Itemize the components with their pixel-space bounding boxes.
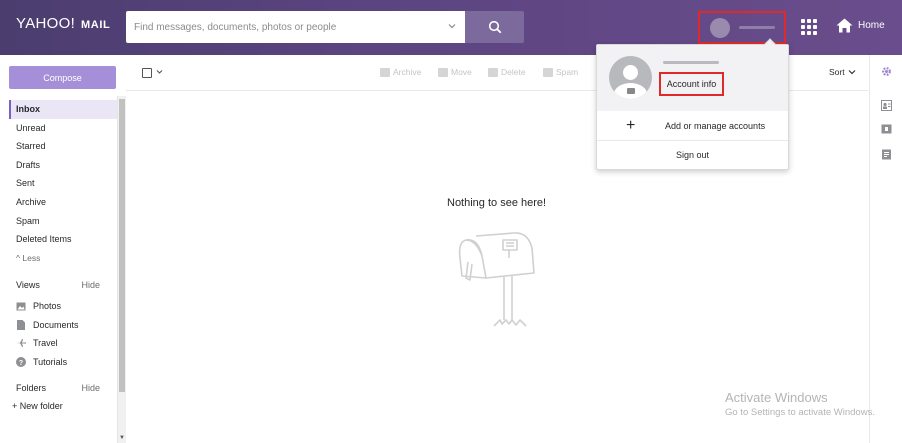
sidebar-scrollbar[interactable]: ▼ <box>117 96 126 443</box>
folders-hide-link[interactable]: Hide <box>81 383 100 393</box>
sidebar-item-unread[interactable]: Unread <box>9 119 117 138</box>
account-dropdown-menu: Account info + Add or manage accounts Si… <box>596 38 789 170</box>
activate-windows-title: Activate Windows <box>725 390 828 405</box>
views-hide-link[interactable]: Hide <box>81 280 100 290</box>
home-icon <box>836 18 853 33</box>
folder-nav: Inbox Unread Starred Drafts Sent Archive… <box>9 100 117 267</box>
yahoo-mail-logo[interactable]: YAHOO! MAIL <box>16 15 110 32</box>
home-label: Home <box>858 20 885 31</box>
notepad-icon[interactable] <box>881 149 892 160</box>
sidebar-item-archive[interactable]: Archive <box>9 193 117 212</box>
svg-text:?: ? <box>19 360 23 367</box>
empty-inbox-message: Nothing to see here! <box>447 197 547 209</box>
folders-header: Folders Hide <box>16 383 100 393</box>
home-link[interactable]: Home <box>836 18 885 33</box>
add-manage-accounts-item[interactable]: + Add or manage accounts <box>597 111 788 141</box>
help-icon: ? <box>16 357 26 368</box>
camera-icon <box>627 88 635 94</box>
view-label: Documents <box>33 319 79 330</box>
view-label: Travel <box>33 338 58 349</box>
spam-button[interactable]: Spam <box>543 67 578 77</box>
scrollbar-thumb[interactable] <box>119 99 125 392</box>
activate-windows-subtitle: Go to Settings to activate Windows. <box>725 407 875 418</box>
view-item-documents[interactable]: Documents <box>16 316 116 335</box>
sort-label: Sort <box>829 67 845 77</box>
search-button[interactable] <box>465 11 524 43</box>
views-label: Views <box>16 280 40 290</box>
sign-out-button[interactable]: Sign out <box>597 141 788 169</box>
calendar-icon[interactable] <box>881 123 892 134</box>
contacts-icon[interactable] <box>881 100 892 111</box>
trash-icon <box>488 67 498 77</box>
shield-icon <box>543 67 553 77</box>
view-label: Photos <box>33 301 62 312</box>
right-rail <box>869 55 902 443</box>
delete-label: Delete <box>501 67 526 77</box>
apps-grid-icon[interactable] <box>801 19 817 35</box>
sidebar-item-drafts[interactable]: Drafts <box>9 156 117 175</box>
logo-mail: MAIL <box>81 19 111 31</box>
move-icon <box>438 67 448 77</box>
select-options-chevron-icon[interactable] <box>156 69 163 75</box>
search-box <box>126 11 465 43</box>
account-summary: Account info <box>597 45 788 111</box>
sort-button[interactable]: Sort <box>829 67 856 77</box>
new-folder-button[interactable]: + New folder <box>12 401 63 411</box>
views-list: Photos Documents Travel ? Tutorials <box>16 297 116 371</box>
compose-button[interactable]: Compose <box>9 66 116 89</box>
account-name-redacted <box>663 61 719 64</box>
plus-icon: + <box>626 117 636 134</box>
sidebar-item-inbox[interactable]: Inbox <box>9 100 117 119</box>
scroll-down-arrow-icon[interactable]: ▼ <box>119 435 125 441</box>
mailbox-illustration <box>458 232 535 327</box>
views-header: Views Hide <box>16 280 100 290</box>
search-options-chevron-icon[interactable] <box>448 22 456 30</box>
archive-button[interactable]: Archive <box>380 67 421 77</box>
sidebar-item-spam[interactable]: Spam <box>9 212 117 231</box>
plus-icon: + <box>12 401 20 411</box>
less-toggle[interactable]: ^ Less <box>9 249 117 267</box>
view-item-photos[interactable]: Photos <box>16 297 116 316</box>
account-menu-button[interactable] <box>698 11 786 44</box>
less-label: Less <box>22 252 41 263</box>
spam-label: Spam <box>556 67 579 77</box>
move-button[interactable]: Move <box>438 67 472 77</box>
view-item-travel[interactable]: Travel <box>16 334 116 353</box>
new-folder-label: New folder <box>19 401 63 411</box>
select-all-checkbox[interactable] <box>142 68 152 78</box>
avatar <box>710 17 730 38</box>
settings-gear-icon[interactable] <box>881 66 892 77</box>
sidebar-item-deleted-items[interactable]: Deleted Items <box>9 230 117 249</box>
archive-label: Archive <box>393 67 422 77</box>
archive-icon <box>380 67 390 77</box>
plane-icon <box>16 338 26 348</box>
view-label: Tutorials <box>33 357 68 368</box>
profile-avatar[interactable] <box>609 56 652 99</box>
account-name-redacted <box>739 26 775 29</box>
view-item-tutorials[interactable]: ? Tutorials <box>16 353 116 372</box>
sidebar-item-starred[interactable]: Starred <box>9 137 117 156</box>
sidebar-item-sent[interactable]: Sent <box>9 174 117 193</box>
delete-button[interactable]: Delete <box>488 67 526 77</box>
document-icon <box>16 319 26 330</box>
sort-chevron-icon <box>848 70 856 75</box>
logo-text: YAHOO! <box>16 15 76 32</box>
add-manage-accounts-label: Add or manage accounts <box>665 121 766 131</box>
photo-icon <box>16 301 26 311</box>
search-icon <box>488 20 501 34</box>
folders-label: Folders <box>16 383 47 393</box>
move-label: Move <box>451 67 472 77</box>
account-info-link[interactable]: Account info <box>659 72 724 96</box>
search-input[interactable] <box>126 11 426 43</box>
